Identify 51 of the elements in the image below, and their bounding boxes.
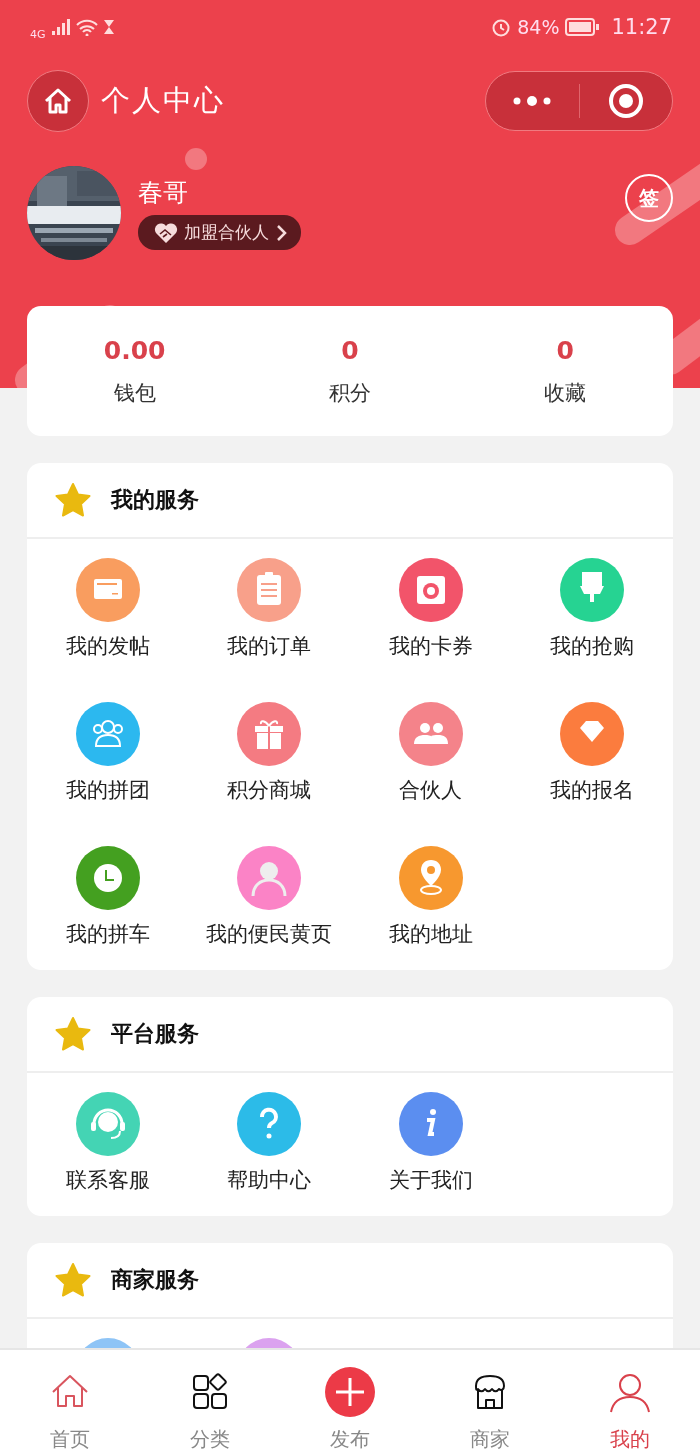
service-item[interactable]: 我的拼车: [27, 846, 189, 948]
service-item[interactable]: 我的拼团: [27, 702, 189, 804]
person-icon: [610, 1372, 650, 1412]
user-name: 春哥: [138, 177, 188, 209]
service-item[interactable]: 积分商城: [188, 702, 350, 804]
grid-icon: [190, 1372, 230, 1412]
star-icon: [54, 1262, 92, 1298]
page-title: 个人中心: [101, 82, 225, 119]
home-icon: [43, 87, 73, 115]
more-icon: [512, 96, 553, 106]
tab[interactable]: 发布: [280, 1350, 420, 1454]
service-item[interactable]: 合伙人: [350, 702, 512, 804]
tab[interactable]: 分类: [140, 1350, 280, 1454]
tab[interactable]: 商家: [420, 1350, 560, 1454]
stat-label: 收藏: [544, 379, 587, 407]
section-title: 我的服务: [111, 486, 199, 514]
service-item[interactable]: 我的发帖: [27, 558, 189, 660]
stat-label: 积分: [329, 379, 371, 407]
sign-in-button[interactable]: 签: [625, 174, 673, 222]
section-title: 商家服务: [111, 1266, 199, 1294]
stat-value: 0.00: [103, 335, 166, 365]
battery-icon: [565, 18, 600, 36]
star-icon: [54, 1016, 92, 1052]
plus-icon: [325, 1367, 375, 1417]
hourglass-icon: [103, 20, 114, 34]
service-item[interactable]: 帮助中心: [188, 1092, 350, 1194]
network-label: 4G: [30, 27, 46, 41]
service-item[interactable]: 我的报名: [511, 702, 673, 804]
service-item[interactable]: 我的订单: [188, 558, 350, 660]
service-item[interactable]: 关于我们: [350, 1092, 512, 1194]
partner-button[interactable]: 加盟合伙人: [138, 215, 301, 250]
service-item[interactable]: 我的便民黄页: [188, 846, 350, 948]
stat-value: 0: [556, 335, 574, 365]
target-icon: [607, 83, 644, 119]
service-item[interactable]: 联系客服: [27, 1092, 189, 1194]
stat-label: 钱包: [113, 379, 156, 407]
chevron-right-icon: [275, 223, 287, 242]
tab[interactable]: 我的: [560, 1350, 700, 1454]
signal-icon: [51, 19, 70, 35]
stat-value: 0: [341, 335, 359, 365]
service-item[interactable]: 我的地址: [350, 846, 512, 948]
star-icon: [54, 482, 92, 518]
service-item[interactable]: 我的抢购: [511, 558, 673, 660]
wifi-icon: [75, 18, 98, 36]
handshake-icon: [154, 221, 178, 244]
tab[interactable]: 首页: [0, 1350, 140, 1454]
section-title: 平台服务: [111, 1020, 199, 1048]
clock-time: 11:27: [611, 15, 672, 39]
alarm-icon: [491, 17, 512, 37]
service-item[interactable]: 我的卡券: [350, 558, 512, 660]
battery-percent: 84%: [517, 16, 560, 38]
